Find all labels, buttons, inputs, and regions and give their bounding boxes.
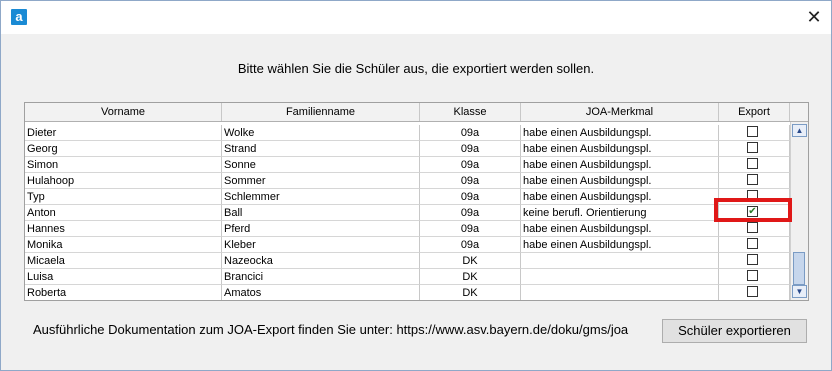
cell-joa-merkmal: habe einen Ausbildungspl.	[521, 125, 719, 141]
cell-export	[719, 285, 790, 300]
cell-joa-merkmal: habe einen Ausbildungspl.	[521, 157, 719, 173]
close-button[interactable]: ✕	[803, 6, 825, 28]
table-row[interactable]: Georg Strand 09a habe einen Ausbildungspl.	[25, 141, 790, 157]
cell-export	[719, 269, 790, 285]
export-checkbox[interactable]	[747, 126, 758, 137]
cell-vorname: Luisa	[25, 269, 222, 285]
table-body: Dieter Wolke 09a habe einen Ausbildungspl. G…	[25, 125, 790, 300]
export-checkbox[interactable]	[747, 270, 758, 281]
cell-joa-merkmal	[521, 253, 719, 269]
table-row[interactable]: Luisa Brancici DK	[25, 269, 790, 285]
export-checkbox[interactable]: ✔	[747, 206, 758, 217]
cell-vorname: Simon	[25, 157, 222, 173]
cell-vorname: Monika	[25, 237, 222, 253]
export-checkbox[interactable]	[747, 222, 758, 233]
export-checkbox[interactable]	[747, 158, 758, 169]
column-header-joa-merkmal[interactable]: JOA-Merkmal	[521, 103, 719, 121]
cell-vorname: Georg	[25, 141, 222, 157]
student-table: Vorname Familienname Klasse JOA-Merkmal …	[24, 102, 809, 301]
export-checkbox[interactable]	[747, 286, 758, 297]
export-checkbox[interactable]	[747, 190, 758, 201]
cell-klasse: DK	[420, 269, 521, 285]
table-row[interactable]: Anton Ball 09a keine berufl. Orientierung ✔	[25, 205, 790, 221]
export-dialog: a ✕ Bitte wählen Sie die Schüler aus, di…	[0, 0, 832, 371]
cell-vorname: Micaela	[25, 253, 222, 269]
cell-joa-merkmal: habe einen Ausbildungspl.	[521, 141, 719, 157]
column-header-familienname[interactable]: Familienname	[222, 103, 420, 121]
cell-familienname: Sonne	[222, 157, 420, 173]
cell-export	[719, 189, 790, 205]
instruction-text: Bitte wählen Sie die Schüler aus, die ex…	[237, 61, 595, 76]
cell-klasse: 09a	[420, 205, 521, 221]
cell-vorname: Hannes	[25, 221, 222, 237]
cell-klasse: 09a	[420, 141, 521, 157]
documentation-text: Ausführliche Dokumentation zum JOA-Expor…	[33, 322, 629, 337]
vertical-scrollbar[interactable]: ▲ ▼	[790, 122, 808, 300]
scrollbar-thumb[interactable]	[793, 252, 805, 285]
export-students-button[interactable]: Schüler exportieren	[662, 319, 807, 343]
cell-familienname: Sommer	[222, 173, 420, 189]
cell-klasse: DK	[420, 285, 521, 300]
cell-klasse: 09a	[420, 237, 521, 253]
title-bar: a ✕	[1, 1, 831, 34]
cell-joa-merkmal: habe einen Ausbildungspl.	[521, 237, 719, 253]
table-row[interactable]: Micaela Nazeocka DK	[25, 253, 790, 269]
cell-vorname: Typ	[25, 189, 222, 205]
cell-klasse: 09a	[420, 173, 521, 189]
export-checkbox[interactable]	[747, 174, 758, 185]
table-row[interactable]: Hannes Pferd 09a habe einen Ausbildungspl.	[25, 221, 790, 237]
cell-vorname: Dieter	[25, 125, 222, 141]
table-row[interactable]: Monika Kleber 09a habe einen Ausbildungspl.	[25, 237, 790, 253]
cell-export	[719, 157, 790, 173]
cell-vorname: Roberta	[25, 285, 222, 300]
column-header-export[interactable]: Export	[719, 103, 790, 121]
cell-familienname: Strand	[222, 141, 420, 157]
cell-joa-merkmal	[521, 269, 719, 285]
cell-familienname: Pferd	[222, 221, 420, 237]
export-checkbox[interactable]	[747, 254, 758, 265]
export-checkbox[interactable]	[747, 142, 758, 153]
column-header-vorname[interactable]: Vorname	[25, 103, 222, 121]
app-logo-icon: a	[11, 9, 27, 25]
cell-export: ✔	[719, 205, 790, 221]
cell-vorname: Anton	[25, 205, 222, 221]
table-row[interactable]: Roberta Amatos DK	[25, 285, 790, 300]
cell-joa-merkmal	[521, 285, 719, 300]
cell-export	[719, 221, 790, 237]
table-row[interactable]: Typ Schlemmer 09a habe einen Ausbildungspl.	[25, 189, 790, 205]
cell-export	[719, 173, 790, 189]
cell-klasse: 09a	[420, 221, 521, 237]
cell-familienname: Wolke	[222, 125, 420, 141]
cell-familienname: Nazeocka	[222, 253, 420, 269]
cell-export	[719, 141, 790, 157]
cell-klasse: 09a	[420, 157, 521, 173]
cell-export	[719, 125, 790, 141]
table-row[interactable]: Simon Sonne 09a habe einen Ausbildungspl.	[25, 157, 790, 173]
cell-joa-merkmal: habe einen Ausbildungspl.	[521, 189, 719, 205]
column-header-klasse[interactable]: Klasse	[420, 103, 521, 121]
cell-export	[719, 237, 790, 253]
cell-klasse: 09a	[420, 125, 521, 141]
cell-klasse: DK	[420, 253, 521, 269]
cell-familienname: Amatos	[222, 285, 420, 300]
cell-familienname: Brancici	[222, 269, 420, 285]
cell-familienname: Kleber	[222, 237, 420, 253]
cell-joa-merkmal: keine berufl. Orientierung	[521, 205, 719, 221]
table-header: Vorname Familienname Klasse JOA-Merkmal …	[25, 103, 808, 122]
cell-joa-merkmal: habe einen Ausbildungspl.	[521, 221, 719, 237]
cell-joa-merkmal: habe einen Ausbildungspl.	[521, 173, 719, 189]
chevron-up-icon[interactable]: ▲	[792, 124, 807, 137]
cell-vorname: Hulahoop	[25, 173, 222, 189]
chevron-down-icon[interactable]: ▼	[792, 285, 807, 298]
cell-familienname: Schlemmer	[222, 189, 420, 205]
table-row[interactable]: Hulahoop Sommer 09a habe einen Ausbildungsp…	[25, 173, 790, 189]
cell-export	[719, 253, 790, 269]
cell-familienname: Ball	[222, 205, 420, 221]
table-row[interactable]: Dieter Wolke 09a habe einen Ausbildungspl.	[25, 125, 790, 141]
export-checkbox[interactable]	[747, 238, 758, 249]
cell-klasse: 09a	[420, 189, 521, 205]
